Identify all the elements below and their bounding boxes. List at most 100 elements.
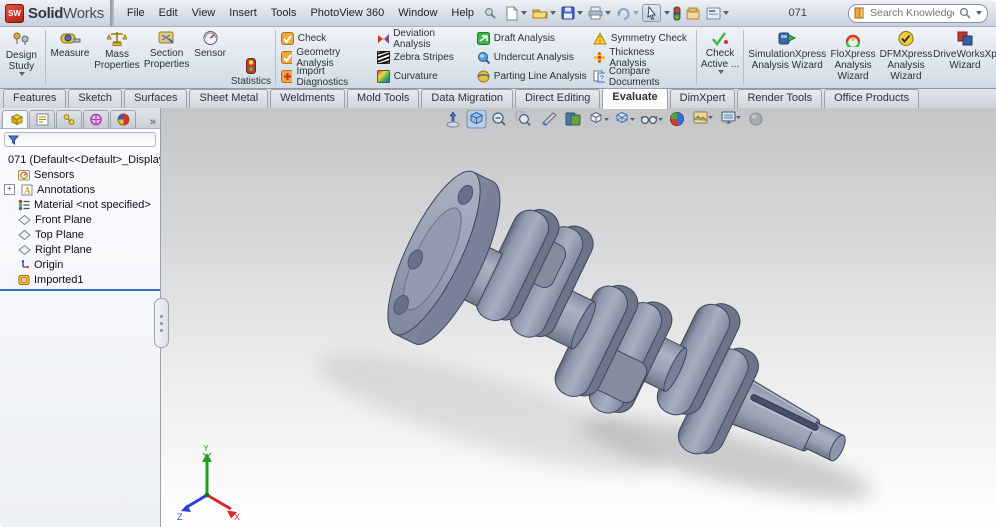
tree-item-top-plane[interactable]: Top Plane <box>0 227 160 242</box>
compare-documents-icon: ? <box>593 70 605 83</box>
tab-render-tools[interactable]: Render Tools <box>737 89 823 109</box>
menu-file[interactable]: File <box>120 3 152 23</box>
save-button[interactable] <box>559 5 585 21</box>
plane-icon <box>18 244 31 255</box>
symmetry-check-button[interactable]: Symmetry Check <box>590 29 694 48</box>
tab-mold-tools[interactable]: Mold Tools <box>347 89 420 109</box>
parting-line-analysis-icon <box>477 70 490 83</box>
new-document-dropdown-icon[interactable] <box>521 11 528 15</box>
select-dropdown-icon[interactable] <box>664 11 671 15</box>
tab-features[interactable]: Features <box>3 89 67 109</box>
draft-analysis-button[interactable]: Draft Analysis <box>474 29 590 48</box>
statistics-button[interactable]: Statistics <box>229 27 273 88</box>
measure-button[interactable]: Measure <box>48 27 93 88</box>
feature-manager-tab[interactable] <box>2 110 28 128</box>
panel-tab-strip: » <box>0 108 160 129</box>
dfmxpress-wizard-button[interactable]: DFMXpress Analysis Wizard <box>878 27 934 88</box>
menu-photoview-360[interactable]: PhotoView 360 <box>303 3 391 23</box>
tab-weldments[interactable]: Weldments <box>270 89 346 109</box>
pin-menu-icon[interactable] <box>481 5 499 21</box>
import-diagnostics-button[interactable]: Import Diagnostics <box>278 66 374 88</box>
print-button[interactable] <box>586 5 613 21</box>
design-study-icon <box>13 32 29 45</box>
task-pane-dropdown-icon[interactable] <box>723 11 730 15</box>
interference-check-icon[interactable] <box>671 5 683 22</box>
tab-office-products[interactable]: Office Products <box>824 89 920 109</box>
curvature-button[interactable]: Curvature <box>374 67 474 86</box>
floxpress-wizard-button[interactable]: FloXpress Analysis Wizard <box>828 27 878 88</box>
menu-window[interactable]: Window <box>391 3 444 23</box>
save-dropdown-icon[interactable] <box>577 11 584 15</box>
options-button[interactable] <box>684 6 703 21</box>
feature-tree: 071 (Default<<Default>_Display Sensors +… <box>0 150 160 291</box>
search-icon[interactable] <box>959 7 971 19</box>
undo-button[interactable] <box>614 5 641 21</box>
panel-expand-chevron[interactable]: » <box>150 116 156 128</box>
zebra-stripes-button[interactable]: Zebra Stripes <box>374 48 474 67</box>
tree-filter-bar[interactable] <box>4 132 156 147</box>
tab-evaluate[interactable]: Evaluate <box>602 88 668 109</box>
search-input[interactable] <box>868 6 956 20</box>
geometry-analysis-button[interactable]: Geometry Analysis <box>278 47 374 69</box>
section-properties-button[interactable]: Section Properties <box>142 27 192 88</box>
menu-edit[interactable]: Edit <box>152 3 185 23</box>
tree-item-sensors[interactable]: Sensors <box>0 167 160 182</box>
undercut-analysis-button[interactable]: Undercut Analysis <box>474 48 590 67</box>
deviation-analysis-button[interactable]: Deviation Analysis <box>374 28 474 50</box>
tab-dimxpert[interactable]: DimXpert <box>669 89 736 109</box>
dfmxpress-icon <box>898 31 914 46</box>
model-crankshaft[interactable] <box>161 108 996 527</box>
simulationxpress-wizard-button[interactable]: SimulationXpress Analysis Wizard <box>746 27 828 88</box>
compare-documents-button[interactable]: ? Compare Documents <box>590 66 694 88</box>
new-document-button[interactable] <box>503 5 529 22</box>
tab-surfaces[interactable]: Surfaces <box>124 89 188 109</box>
tab-sketch[interactable]: Sketch <box>68 89 123 109</box>
search-dropdown-icon[interactable] <box>976 11 982 15</box>
statistics-icon <box>245 58 256 74</box>
undo-dropdown-icon[interactable] <box>633 11 640 15</box>
check-button[interactable]: Check <box>278 29 374 48</box>
knowledge-base-search[interactable] <box>848 3 988 23</box>
tree-item-origin[interactable]: Origin <box>0 257 160 272</box>
property-manager-tab[interactable] <box>29 110 55 128</box>
menu-insert[interactable]: Insert <box>222 3 264 23</box>
design-study-dropdown-icon[interactable] <box>19 72 26 76</box>
sensor-icon <box>203 31 218 45</box>
tree-root-part[interactable]: 071 (Default<<Default>_Display <box>0 152 160 167</box>
thickness-analysis-icon <box>593 52 605 63</box>
configuration-manager-tab[interactable] <box>56 110 82 128</box>
expand-plus-icon[interactable]: + <box>4 184 15 195</box>
tree-item-front-plane[interactable]: Front Plane <box>0 212 160 227</box>
tab-direct-editing[interactable]: Direct Editing <box>514 89 601 109</box>
tree-item-material[interactable]: Material <not specified> <box>0 197 160 212</box>
evaluate-ribbon: Design Study Measure Mass Properties Sec… <box>0 27 996 89</box>
tree-item-annotations[interactable]: + A Annotations <box>0 182 160 197</box>
check-active-button[interactable]: Check Active ... <box>699 27 742 88</box>
select-tool-button[interactable] <box>642 4 662 22</box>
check-active-dropdown-icon[interactable] <box>718 70 725 74</box>
task-pane-button[interactable] <box>704 6 731 21</box>
tree-item-right-plane[interactable]: Right Plane <box>0 242 160 257</box>
menu-view[interactable]: View <box>185 3 223 23</box>
thickness-analysis-button[interactable]: Thickness Analysis <box>590 47 694 69</box>
sensor-button[interactable]: Sensor <box>191 27 229 88</box>
configuration-manager-icon <box>63 114 75 125</box>
menu-tools[interactable]: Tools <box>264 3 304 23</box>
graphics-viewport[interactable]: Y X Z <box>161 108 996 527</box>
open-document-button[interactable] <box>530 5 558 21</box>
tab-sheet-metal[interactable]: Sheet Metal <box>189 89 269 109</box>
parting-line-analysis-button[interactable]: Parting Line Analysis <box>474 67 590 86</box>
display-manager-tab[interactable] <box>110 110 136 128</box>
tab-data-migration[interactable]: Data Migration <box>421 89 513 109</box>
section-properties-icon <box>158 31 174 44</box>
dimxpert-manager-tab[interactable] <box>83 110 109 128</box>
open-dropdown-icon[interactable] <box>550 11 557 15</box>
panel-splitter-handle[interactable] <box>154 298 169 348</box>
design-study-button[interactable]: Design Study <box>0 27 43 88</box>
symmetry-check-icon <box>592 32 607 45</box>
menu-help[interactable]: Help <box>444 3 481 23</box>
driveworksxpress-wizard-button[interactable]: DriveWorksXp Wizard <box>933 27 996 88</box>
mass-properties-button[interactable]: Mass Properties <box>92 27 142 88</box>
print-dropdown-icon[interactable] <box>605 11 612 15</box>
tree-item-imported1[interactable]: Imported1 <box>0 272 160 287</box>
